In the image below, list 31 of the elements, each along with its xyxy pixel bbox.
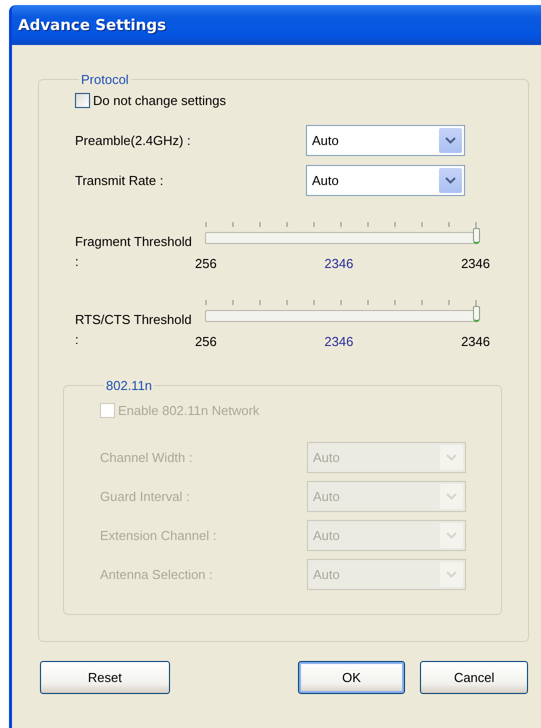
field-label: Preamble(2.4GHz) : <box>75 133 192 148</box>
group-title: Protocol <box>80 72 130 87</box>
caret-icon <box>446 454 457 462</box>
field-label: Antenna Selection : <box>100 567 214 582</box>
slider-thumb[interactable] <box>473 228 480 244</box>
field-label: Guard Interval : <box>100 489 191 504</box>
slider-thumb[interactable] <box>473 306 480 322</box>
min-value: 256 <box>195 334 217 349</box>
slider-label: Fragment Threshold : <box>75 233 193 271</box>
current-value: 2346 <box>324 256 354 271</box>
max-value: 2346 <box>461 256 490 271</box>
dialog-button[interactable]: Reset <box>40 661 170 694</box>
dropdown[interactable]: Auto <box>306 165 465 196</box>
field-label: Channel Width : <box>100 450 194 465</box>
caret-icon <box>445 136 456 144</box>
caret-icon <box>446 492 457 500</box>
group-title: 802.11n <box>105 378 154 393</box>
current-value: 2346 <box>324 334 354 349</box>
field-label: Extension Channel : <box>100 528 218 543</box>
dialog-button[interactable]: Cancel <box>420 661 528 694</box>
checkbox[interactable]: Do not change settings <box>75 93 528 108</box>
caret-icon <box>446 570 457 578</box>
window-title: Advance Settings <box>12 5 541 45</box>
slider-label: RTS/CTS Threshold : <box>75 311 193 349</box>
max-value: 2346 <box>461 334 490 349</box>
dropdown[interactable]: Auto <box>306 125 465 156</box>
min-value: 256 <box>195 256 217 271</box>
caret-icon <box>445 176 456 184</box>
field-label: Transmit Rate : <box>75 173 164 188</box>
dialog-button[interactable]: OK <box>298 661 406 694</box>
caret-icon <box>446 532 457 540</box>
